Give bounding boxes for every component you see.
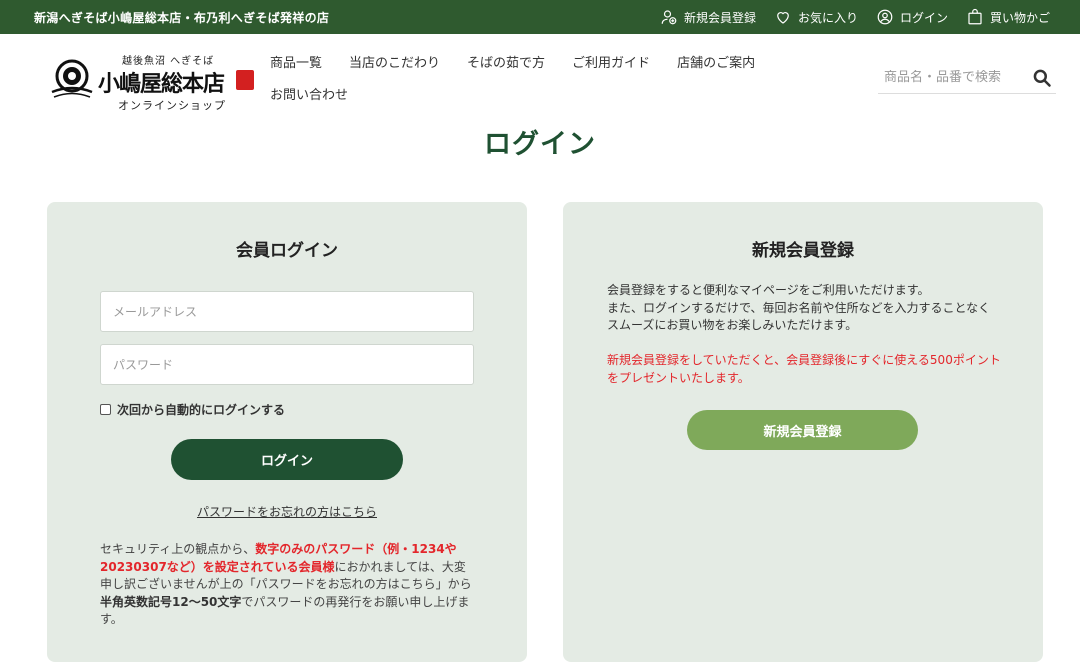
site-logo[interactable]: 越後魚沼 へぎそば 小嶋屋総本店 オンラインショップ bbox=[46, 50, 260, 114]
nav-boiling[interactable]: そばの茹で方 bbox=[467, 52, 545, 72]
search-icon[interactable] bbox=[1032, 68, 1052, 88]
login-link[interactable]: ログイン bbox=[876, 8, 948, 26]
login-button[interactable]: ログイン bbox=[171, 439, 403, 480]
points-bonus-notice: 新規会員登録をしていただくと、会員登録後にすぐに使える500ポイントをプレゼント… bbox=[607, 353, 1001, 385]
cart-link[interactable]: 買い物かご bbox=[966, 8, 1050, 26]
page-title: ログイン bbox=[484, 129, 596, 160]
register-button[interactable]: 新規会員登録 bbox=[687, 410, 918, 450]
logo-brand: 小嶋屋総本店 bbox=[98, 71, 225, 97]
favorites-link[interactable]: お気に入り bbox=[774, 8, 858, 26]
top-nav: 新規会員登録 お気に入り ログイン 買い物かご bbox=[660, 0, 1050, 34]
remember-checkbox[interactable]: 次回から自動的にログインする bbox=[100, 401, 285, 418]
user-circle-icon bbox=[877, 9, 893, 25]
logo-stamp bbox=[236, 70, 254, 90]
top-bar: 新潟へぎそば小嶋屋総本店・布乃利へぎそば発祥の店 新規会員登録 お気に入り ログ… bbox=[0, 0, 1080, 34]
nav-stores[interactable]: 店舗のご案内 bbox=[677, 52, 755, 72]
new-member-intro: 会員登録をすると便利なマイページをご利用いただけます。 また、ログインするだけで… bbox=[607, 283, 991, 332]
main-nav: 商品一覧 当店のこだわり そばの茹で方 ご利用ガイド 店舗のご案内 お問い合わせ bbox=[270, 52, 830, 116]
password-field[interactable] bbox=[100, 344, 474, 385]
crest-icon bbox=[51, 59, 93, 98]
new-member-heading: 新規会員登録 bbox=[752, 241, 854, 261]
security-notice: セキュリティ上の観点から、数字のみのパスワード（例・1234や20230307な… bbox=[100, 541, 476, 629]
login-link-label: ログイン bbox=[899, 10, 948, 25]
notice-requirement: 半角英数記号12〜50文字 bbox=[100, 594, 242, 609]
register-link[interactable]: 新規会員登録 bbox=[660, 8, 756, 26]
member-login-heading: 会員ログイン bbox=[236, 241, 338, 261]
email-field[interactable] bbox=[100, 291, 474, 332]
checkbox-box[interactable] bbox=[100, 404, 111, 415]
forgot-password-link[interactable]: パスワードをお忘れの方はこちら bbox=[47, 503, 527, 520]
nav-guide[interactable]: ご利用ガイド bbox=[572, 52, 650, 72]
remember-label: 次回から自動的にログインする bbox=[117, 403, 286, 417]
shopping-bag-icon bbox=[968, 8, 982, 25]
nav-commitment[interactable]: 当店のこだわり bbox=[349, 52, 440, 72]
logo-tagline: 越後魚沼 へぎそば bbox=[122, 56, 215, 67]
logo-subtitle: オンラインショップ bbox=[118, 99, 226, 112]
register-link-label: 新規会員登録 bbox=[683, 10, 756, 25]
favorites-link-label: お気に入り bbox=[797, 10, 858, 25]
notice-text-1: セキュリティ上の観点から、 bbox=[100, 542, 256, 556]
member-login-card: 会員ログイン 次回から自動的にログインする ログイン パスワードをお忘れの方はこ… bbox=[47, 202, 527, 662]
store-tagline: 新潟へぎそば小嶋屋総本店・布乃利へぎそば発祥の店 bbox=[34, 11, 330, 25]
search-input[interactable] bbox=[884, 70, 1024, 85]
nav-products[interactable]: 商品一覧 bbox=[270, 52, 322, 72]
user-plus-icon bbox=[661, 10, 677, 25]
heart-icon bbox=[777, 12, 789, 24]
nav-contact[interactable]: お問い合わせ bbox=[270, 84, 348, 104]
new-member-card: 新規会員登録 会員登録をすると便利なマイページをご利用いただけます。 また、ログ… bbox=[563, 202, 1043, 662]
search-box bbox=[878, 62, 1056, 94]
cart-link-label: 買い物かご bbox=[989, 10, 1050, 25]
